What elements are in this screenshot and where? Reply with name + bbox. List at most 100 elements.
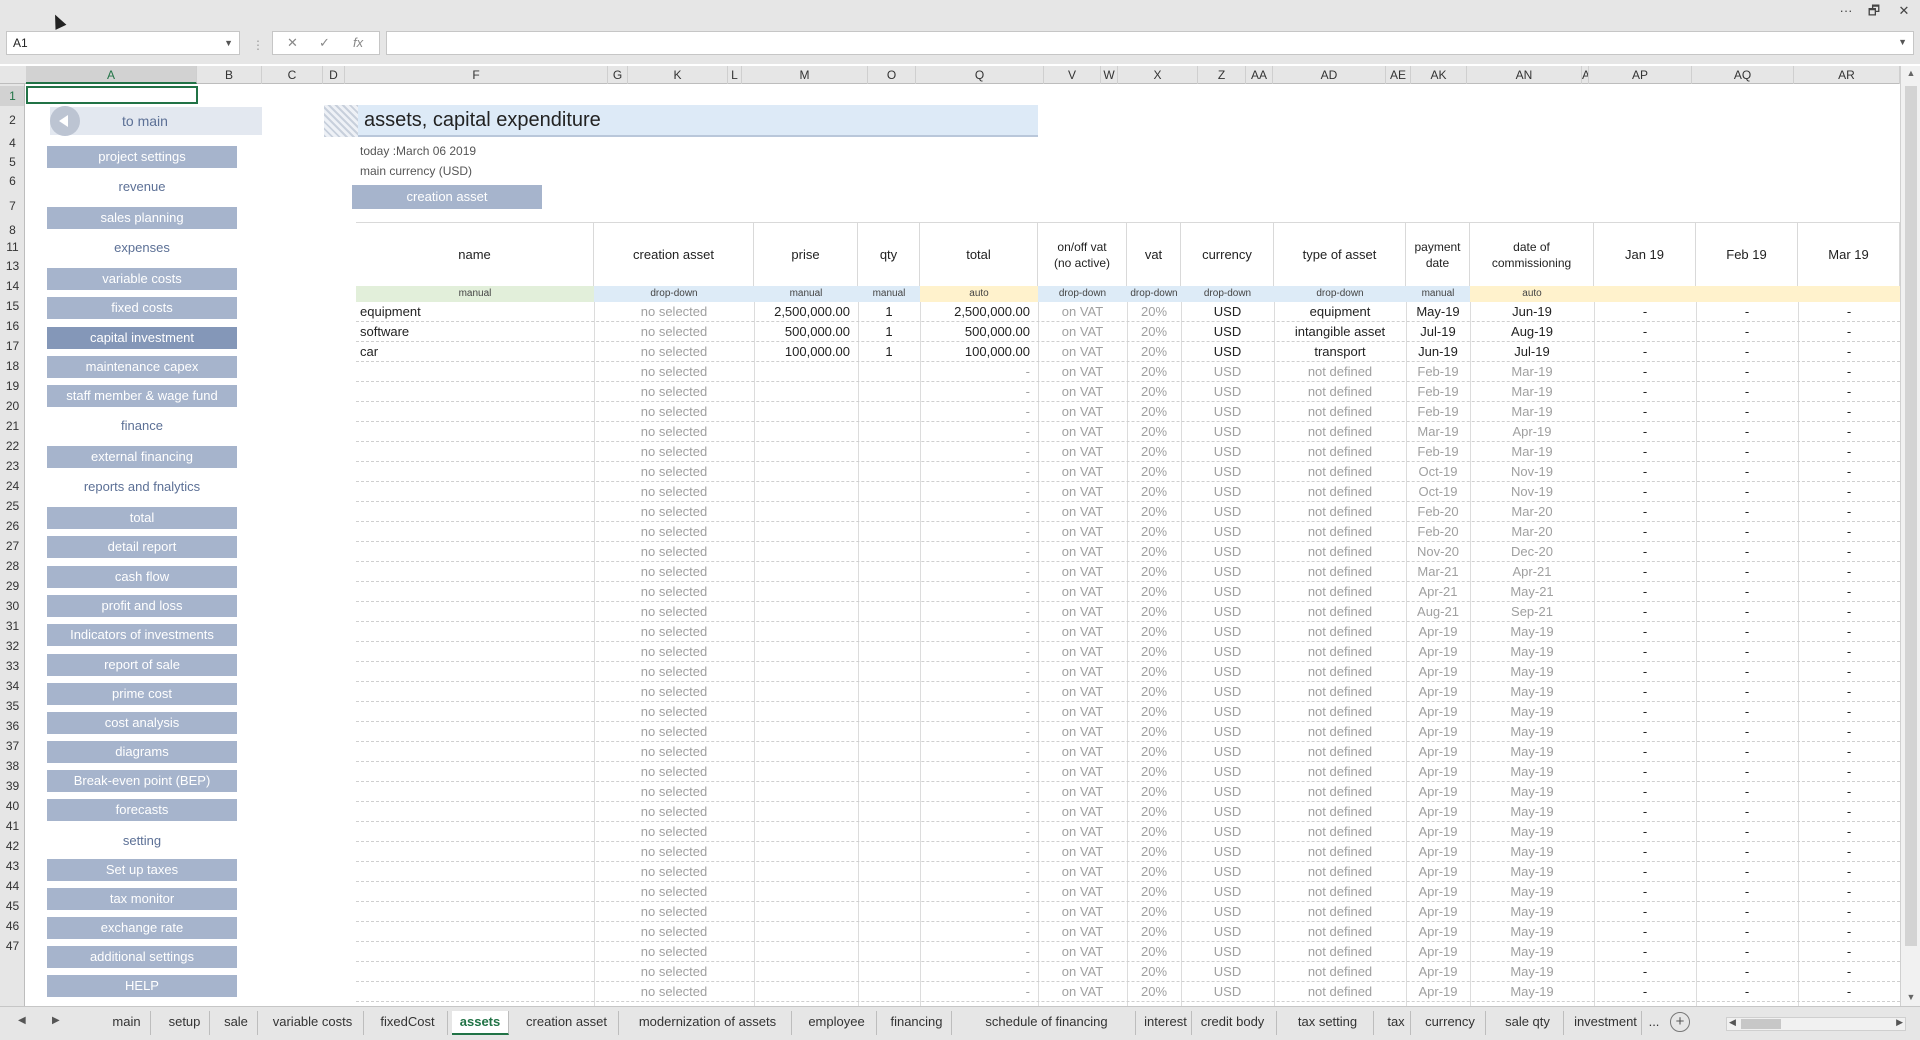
cell-vat[interactable]: 20% [1127, 922, 1181, 942]
cell-vat[interactable]: 20% [1127, 702, 1181, 722]
sheet-tab-assets[interactable]: assets [452, 1011, 509, 1035]
cell-month-mar[interactable]: - [1798, 922, 1900, 942]
cell-type-of-asset[interactable]: not defined [1274, 862, 1406, 882]
cell-name[interactable] [356, 602, 594, 622]
cell-prise[interactable] [754, 922, 858, 942]
cell-currency[interactable]: USD [1181, 942, 1274, 962]
cell-currency[interactable]: USD [1181, 562, 1274, 582]
row-header[interactable]: 25 [0, 496, 24, 516]
row-header[interactable]: 23 [0, 456, 24, 476]
cell-type-of-asset[interactable]: not defined [1274, 422, 1406, 442]
sheet-tab-sale[interactable]: sale [215, 1011, 258, 1035]
cell-date-of-commissioning[interactable]: May-19 [1470, 762, 1594, 782]
cell-type-of-asset[interactable]: not defined [1274, 782, 1406, 802]
cell-name[interactable] [356, 982, 594, 1002]
cell-month-mar[interactable]: - [1798, 822, 1900, 842]
cell-prise[interactable] [754, 822, 858, 842]
cell-qty[interactable] [858, 722, 920, 742]
cell-creation-asset[interactable]: no selected [594, 802, 754, 822]
cell-prise[interactable] [754, 782, 858, 802]
cell-qty[interactable] [858, 882, 920, 902]
cell-name[interactable] [356, 742, 594, 762]
cell-month-jan[interactable]: - [1594, 682, 1696, 702]
sheet-tab-modernization-of-assets[interactable]: modernization of assets [624, 1011, 792, 1035]
cell-currency[interactable]: USD [1181, 622, 1274, 642]
cell-name[interactable] [356, 702, 594, 722]
cell-qty[interactable] [858, 762, 920, 782]
cell-month-feb[interactable]: - [1696, 802, 1798, 822]
cell-currency[interactable]: USD [1181, 902, 1274, 922]
cell-type-of-asset[interactable]: not defined [1274, 822, 1406, 842]
cell-vat-onoff[interactable]: on VAT [1038, 622, 1127, 642]
cell-qty[interactable] [858, 402, 920, 422]
column-header[interactable]: AD [1273, 66, 1386, 84]
cell-currency[interactable]: USD [1181, 682, 1274, 702]
column-header[interactable]: AP [1589, 66, 1692, 84]
cell-currency[interactable]: USD [1181, 422, 1274, 442]
cell-prise[interactable]: 2,500,000.00 [754, 302, 858, 322]
cell-total[interactable]: - [920, 742, 1038, 762]
cell-prise[interactable] [754, 422, 858, 442]
cell-date-of-commissioning[interactable]: Nov-19 [1470, 482, 1594, 502]
sheet-grid[interactable]: to main project settings revenue sales pla… [26, 84, 1900, 1006]
cell-payment-date[interactable]: Apr-19 [1406, 642, 1470, 662]
cell-type-of-asset[interactable]: not defined [1274, 882, 1406, 902]
cell-vat-onoff[interactable]: on VAT [1038, 822, 1127, 842]
cell-month-mar[interactable]: - [1798, 902, 1900, 922]
cell-date-of-commissioning[interactable]: May-19 [1470, 822, 1594, 842]
cell-month-mar[interactable]: - [1798, 882, 1900, 902]
sheet-tab-financing[interactable]: financing [882, 1011, 952, 1035]
column-header[interactable]: AA [1246, 66, 1273, 84]
cell-prise[interactable]: 100,000.00 [754, 342, 858, 362]
cell-month-feb[interactable]: - [1696, 542, 1798, 562]
cell-creation-asset[interactable]: no selected [594, 602, 754, 622]
cell-qty[interactable] [858, 902, 920, 922]
cell-prise[interactable] [754, 862, 858, 882]
cell-type-of-asset[interactable]: not defined [1274, 602, 1406, 622]
cell-vat-onoff[interactable]: on VAT [1038, 702, 1127, 722]
cell-month-feb[interactable]: - [1696, 582, 1798, 602]
cell-month-jan[interactable]: - [1594, 482, 1696, 502]
cell-name[interactable] [356, 862, 594, 882]
cell-vat[interactable]: 20% [1127, 862, 1181, 882]
cell-type-of-asset[interactable]: not defined [1274, 542, 1406, 562]
close-icon[interactable]: ✕ [1892, 0, 1916, 24]
cell-payment-date[interactable]: Apr-19 [1406, 842, 1470, 862]
cell-name[interactable] [356, 782, 594, 802]
row-header[interactable]: 36 [0, 716, 24, 736]
cell-total[interactable]: 2,500,000.00 [920, 302, 1038, 322]
sheet-tab-employee[interactable]: employee [797, 1011, 877, 1035]
cell-prise[interactable] [754, 382, 858, 402]
cell-month-feb[interactable]: - [1696, 522, 1798, 542]
sheet-tab-fixedcost[interactable]: fixedCost [368, 1011, 448, 1035]
column-header[interactable]: W [1101, 66, 1118, 84]
sheet-tab-creation-asset[interactable]: creation asset [515, 1011, 619, 1035]
cell-month-feb[interactable]: - [1696, 782, 1798, 802]
cell-name[interactable] [356, 662, 594, 682]
sheet-tab-interest[interactable]: interest [1140, 1011, 1192, 1035]
cell-payment-date[interactable]: Apr-19 [1406, 742, 1470, 762]
cell-month-jan[interactable]: - [1594, 322, 1696, 342]
cell-prise[interactable] [754, 482, 858, 502]
cell-name[interactable] [356, 382, 594, 402]
cell-payment-date[interactable]: Apr-19 [1406, 982, 1470, 1002]
cell-month-jan[interactable]: - [1594, 602, 1696, 622]
sidebar-button-cash-flow[interactable]: cash flow [47, 566, 237, 588]
enter-icon[interactable]: ✓ [319, 35, 330, 51]
cell-type-of-asset[interactable]: equipment [1274, 302, 1406, 322]
cell-date-of-commissioning[interactable]: Aug-19 [1470, 322, 1594, 342]
cell-payment-date[interactable]: Feb-20 [1406, 502, 1470, 522]
sidebar-button-forecasts[interactable]: forecasts [47, 799, 237, 821]
sidebar-button-maintenance-capex[interactable]: maintenance capex [47, 356, 237, 378]
cell-date-of-commissioning[interactable]: May-19 [1470, 922, 1594, 942]
cell-qty[interactable] [858, 682, 920, 702]
cell-qty[interactable] [858, 802, 920, 822]
cell-currency[interactable]: USD [1181, 602, 1274, 622]
row-header[interactable]: 42 [0, 836, 24, 856]
cell-currency[interactable]: USD [1181, 642, 1274, 662]
cell-prise[interactable] [754, 582, 858, 602]
cell-month-jan[interactable]: - [1594, 702, 1696, 722]
cell-name[interactable] [356, 682, 594, 702]
row-header[interactable]: 16 [0, 316, 24, 336]
cell-month-mar[interactable]: - [1798, 502, 1900, 522]
